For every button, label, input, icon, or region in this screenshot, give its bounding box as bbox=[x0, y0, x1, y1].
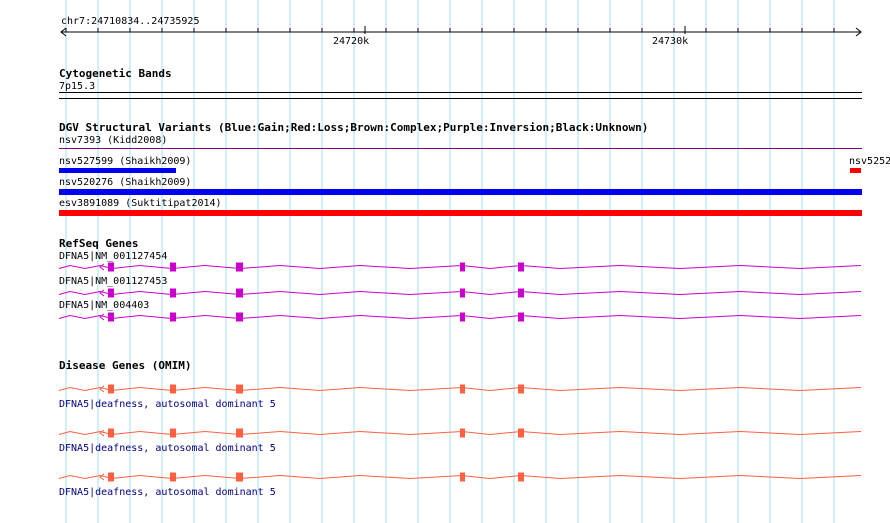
exon bbox=[108, 384, 114, 394]
strand-arrow-icon bbox=[99, 385, 105, 393]
exon bbox=[108, 472, 114, 482]
omim-feature-label-3[interactable]: DFNA5|deafness, autosomal dominant 5 bbox=[59, 487, 276, 498]
exon bbox=[236, 428, 243, 438]
exon bbox=[236, 472, 243, 482]
exon bbox=[460, 428, 465, 438]
exon bbox=[460, 472, 465, 482]
exon bbox=[236, 384, 243, 394]
omim-feature-3[interactable] bbox=[58, 472, 862, 482]
exon bbox=[170, 384, 176, 394]
exon bbox=[518, 428, 524, 438]
exon bbox=[108, 428, 114, 438]
exon bbox=[460, 384, 465, 394]
exon bbox=[518, 472, 524, 482]
omim-feature-2[interactable] bbox=[58, 428, 862, 438]
exon bbox=[170, 428, 176, 438]
omim-feature-label-2[interactable]: DFNA5|deafness, autosomal dominant 5 bbox=[59, 443, 276, 454]
omim-feature-label-1[interactable]: DFNA5|deafness, autosomal dominant 5 bbox=[59, 399, 276, 410]
strand-arrow-icon bbox=[99, 429, 105, 437]
exon bbox=[170, 472, 176, 482]
strand-arrow-icon bbox=[99, 473, 105, 481]
omim-feature-1[interactable] bbox=[58, 384, 862, 394]
exon bbox=[518, 384, 524, 394]
